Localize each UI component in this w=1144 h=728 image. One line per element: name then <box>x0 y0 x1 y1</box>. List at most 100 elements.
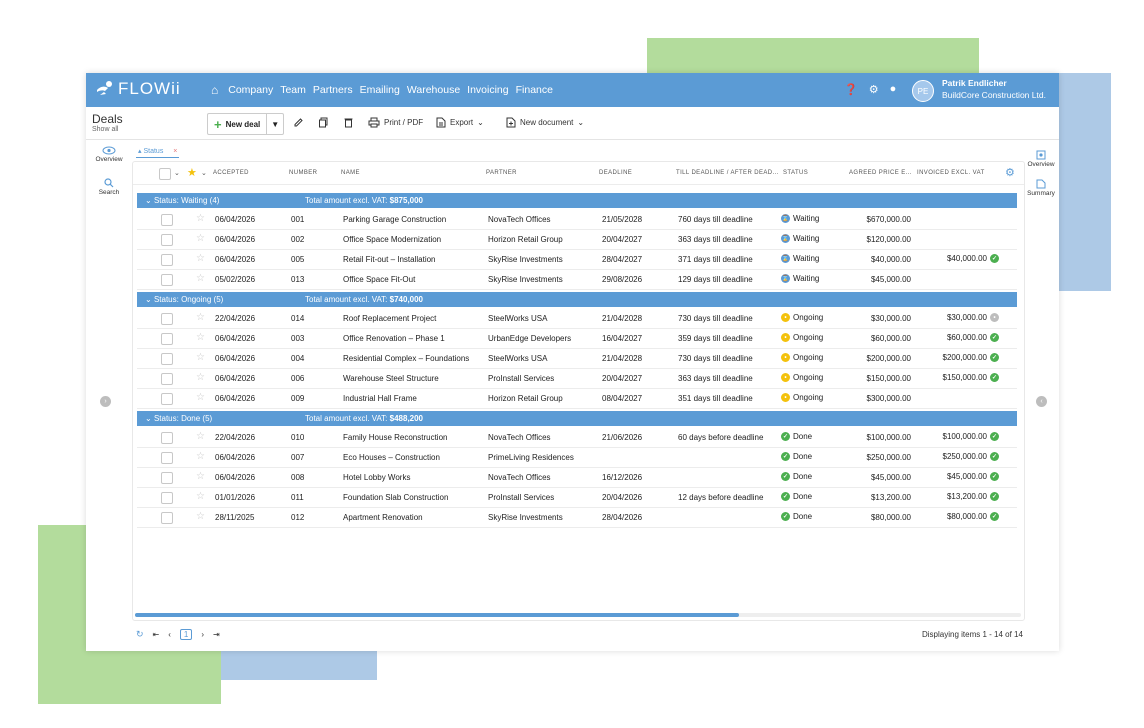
print-button[interactable]: Print / PDF <box>368 117 423 128</box>
rail-summary[interactable]: Summary <box>1023 179 1059 197</box>
group-header[interactable]: ⌄ Status: Ongoing (5) Total amount excl. … <box>137 292 1017 307</box>
col-status[interactable]: STATUS <box>783 170 808 176</box>
delete-button[interactable] <box>343 117 354 128</box>
next-page-icon[interactable]: › <box>201 630 204 639</box>
copy-button[interactable] <box>318 117 329 128</box>
star-icon[interactable]: ☆ <box>196 392 205 403</box>
gear-icon[interactable]: ⚙ <box>869 83 879 96</box>
chevron-down-icon[interactable]: ⌄ <box>201 169 207 177</box>
table-row[interactable]: ☆ 05/02/2026 013 Office Space Fit-Out SkyRis… <box>137 269 1017 290</box>
row-checkbox[interactable] <box>161 432 173 444</box>
col-agreed-price[interactable]: AGREED PRICE E... <box>849 170 912 176</box>
new-deal-button[interactable]: + New deal ▼ <box>207 113 285 135</box>
logo[interactable]: FLOWii <box>96 79 181 99</box>
row-checkbox[interactable] <box>161 214 173 226</box>
star-icon[interactable]: ☆ <box>196 491 205 502</box>
star-icon[interactable]: ☆ <box>196 511 205 522</box>
col-deadline[interactable]: DEADLINE <box>599 170 632 176</box>
col-partner[interactable]: PARTNER <box>486 170 517 176</box>
nav-finance[interactable]: Finance <box>516 84 553 96</box>
first-page-icon[interactable]: ⇤ <box>153 630 160 639</box>
table-row[interactable]: ☆ 22/04/2026 010 Family House Reconstructio… <box>137 427 1017 448</box>
prev-page-icon[interactable]: ‹ <box>168 630 171 639</box>
row-checkbox[interactable] <box>161 472 173 484</box>
refresh-icon[interactable]: ↻ <box>136 629 144 640</box>
select-all-checkbox[interactable] <box>159 168 171 180</box>
collapse-right-icon[interactable]: ‹ <box>1036 396 1047 407</box>
home-icon[interactable]: ⌂ <box>211 83 218 97</box>
chevron-down-icon[interactable]: ⌄ <box>145 414 152 423</box>
table-row[interactable]: ☆ 01/01/2026 011 Foundation Slab Constructi… <box>137 487 1017 508</box>
row-checkbox[interactable] <box>161 492 173 504</box>
row-checkbox[interactable] <box>161 333 173 345</box>
row-checkbox[interactable] <box>161 234 173 246</box>
row-checkbox[interactable] <box>161 452 173 464</box>
page-subtitle[interactable]: Show all <box>92 126 118 133</box>
star-header-icon[interactable]: ★ <box>187 166 197 179</box>
nav-invoicing[interactable]: Invoicing <box>467 84 508 96</box>
last-page-icon[interactable]: ⇥ <box>213 630 220 639</box>
star-icon[interactable]: ☆ <box>196 312 205 323</box>
star-icon[interactable]: ☆ <box>196 451 205 462</box>
col-till-deadline[interactable]: TILL DEADLINE / AFTER DEAD... <box>676 170 779 176</box>
table-row[interactable]: ☆ 06/04/2026 002 Office Space Modernization… <box>137 229 1017 250</box>
star-icon[interactable]: ☆ <box>196 253 205 264</box>
chevron-down-icon[interactable]: ⌄ <box>145 295 152 304</box>
star-icon[interactable]: ☆ <box>196 431 205 442</box>
star-icon[interactable]: ☆ <box>196 213 205 224</box>
group-header[interactable]: ⌄ Status: Waiting (4) Total amount excl. … <box>137 193 1017 208</box>
star-icon[interactable]: ☆ <box>196 233 205 244</box>
col-name[interactable]: NAME <box>341 170 360 176</box>
table-row[interactable]: ☆ 06/04/2026 001 Parking Garage Constructio… <box>137 209 1017 230</box>
rail-search[interactable]: Search <box>86 178 132 196</box>
table-row[interactable]: ☆ 28/11/2025 012 Apartment Renovation SkyRis… <box>137 507 1017 528</box>
rail-right-overview[interactable]: Overview <box>1023 150 1059 168</box>
row-checkbox[interactable] <box>161 313 173 325</box>
rail-overview[interactable]: Overview <box>86 146 132 163</box>
table-row[interactable]: ☆ 06/04/2026 006 Warehouse Steel Structure P… <box>137 368 1017 389</box>
table-row[interactable]: ☆ 22/04/2026 014 Roof Replacement Project St… <box>137 308 1017 329</box>
col-number[interactable]: NUMBER <box>289 170 317 176</box>
new-document-button[interactable]: New document ⌄ <box>506 117 584 128</box>
bell-icon[interactable]: ● <box>890 83 897 96</box>
star-icon[interactable]: ☆ <box>196 372 205 383</box>
nav-partners[interactable]: Partners <box>313 84 353 96</box>
horizontal-scrollbar[interactable] <box>135 613 1021 617</box>
current-page[interactable]: 1 <box>179 629 193 640</box>
row-checkbox[interactable] <box>161 393 173 405</box>
star-icon[interactable]: ☆ <box>196 471 205 482</box>
row-checkbox[interactable] <box>161 274 173 286</box>
chevron-down-icon[interactable]: ⌄ <box>174 169 180 177</box>
col-accepted[interactable]: ACCEPTED <box>213 170 249 176</box>
edit-button[interactable] <box>293 117 304 128</box>
help-icon[interactable]: ❓ <box>844 83 858 96</box>
export-button[interactable]: Export ⌄ <box>436 117 484 128</box>
row-checkbox[interactable] <box>161 512 173 524</box>
nav-company[interactable]: Company <box>228 84 273 96</box>
col-invoiced[interactable]: INVOICED EXCL. VAT <box>917 170 985 176</box>
star-icon[interactable]: ☆ <box>196 352 205 363</box>
column-settings-icon[interactable]: ⚙ <box>1005 166 1015 179</box>
table-row[interactable]: ☆ 06/04/2026 008 Hotel Lobby Works NovaTech … <box>137 467 1017 488</box>
group-header[interactable]: ⌄ Status: Done (5) Total amount excl. VAT… <box>137 411 1017 426</box>
table-row[interactable]: ☆ 06/04/2026 009 Industrial Hall Frame Horiz… <box>137 388 1017 409</box>
chevron-down-icon[interactable]: ▼ <box>266 114 283 134</box>
remove-filter-icon[interactable]: × <box>173 148 177 155</box>
collapse-left-icon[interactable]: › <box>100 396 111 407</box>
user-info[interactable]: Patrik Endlicher BuildCore Construction … <box>942 77 1046 101</box>
table-row[interactable]: ☆ 06/04/2026 003 Office Renovation – Phase … <box>137 328 1017 349</box>
chevron-down-icon[interactable]: ⌄ <box>145 196 152 205</box>
nav-emailing[interactable]: Emailing <box>360 84 400 96</box>
row-checkbox[interactable] <box>161 254 173 266</box>
table-row[interactable]: ☆ 06/04/2026 007 Eco Houses – Construction P… <box>137 447 1017 468</box>
star-icon[interactable]: ☆ <box>196 332 205 343</box>
nav-team[interactable]: Team <box>280 84 306 96</box>
avatar[interactable]: PE <box>912 80 934 102</box>
table-row[interactable]: ☆ 06/04/2026 005 Retail Fit-out – Installat… <box>137 249 1017 270</box>
table-row[interactable]: ☆ 06/04/2026 004 Residential Complex – Foun… <box>137 348 1017 369</box>
scrollbar-thumb[interactable] <box>135 613 739 617</box>
row-checkbox[interactable] <box>161 373 173 385</box>
nav-warehouse[interactable]: Warehouse <box>407 84 460 96</box>
star-icon[interactable]: ☆ <box>196 273 205 284</box>
row-checkbox[interactable] <box>161 353 173 365</box>
